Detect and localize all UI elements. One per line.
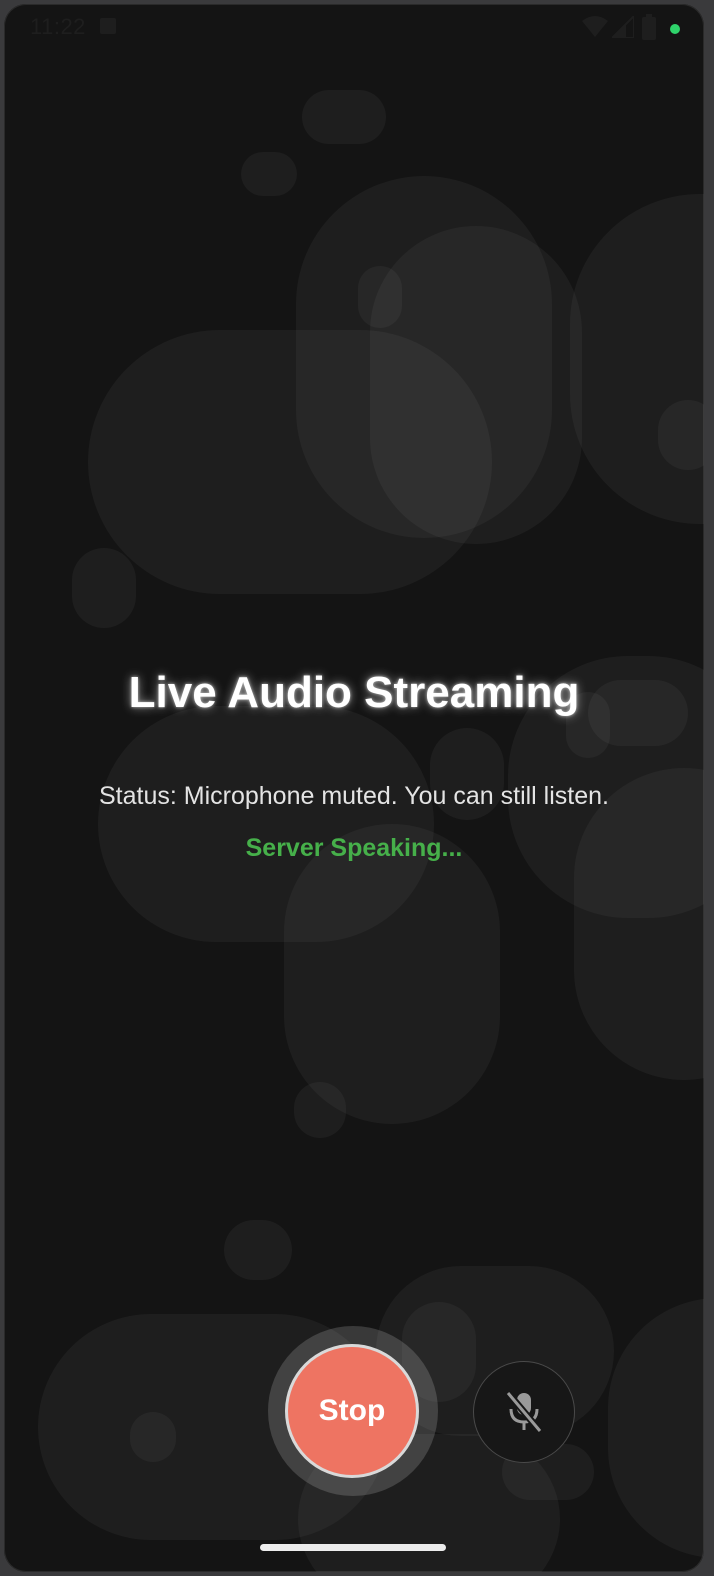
signal-icon (612, 16, 634, 38)
green-dot-indicator (670, 24, 680, 34)
mic-off-icon (505, 1390, 543, 1434)
wifi-icon (582, 16, 608, 37)
battery-icon (642, 14, 656, 40)
speaking-indicator: Server Speaking... (245, 834, 463, 862)
stop-button[interactable]: Stop (285, 1344, 419, 1478)
home-indicator[interactable] (260, 1544, 446, 1551)
status-time: 11:22 (30, 14, 86, 39)
app-screen: 11:22 Live Audio Streaming Status: Micro… (4, 4, 704, 1572)
mic-toggle-button[interactable] (473, 1361, 575, 1463)
status-message: Status: Microphone muted. You can still … (98, 782, 609, 810)
page-title: Live Audio Streaming (128, 668, 580, 717)
status-bar: 11:22 (4, 4, 704, 50)
a-notification-icon (100, 18, 116, 34)
